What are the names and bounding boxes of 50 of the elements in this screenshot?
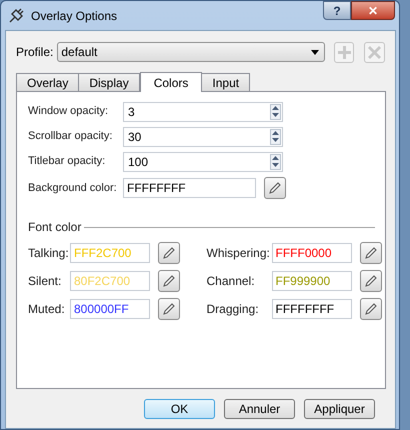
spin-arrows-icon[interactable]	[270, 128, 281, 144]
field-label: Silent:	[28, 273, 62, 290]
close-icon	[368, 46, 382, 58]
color-picker-button[interactable]	[264, 177, 286, 199]
profile-label: Profile:	[16, 44, 54, 61]
color-field[interactable]: FFFFFFFF	[272, 299, 352, 319]
caret-icon	[310, 50, 319, 54]
field-label: Window opacity:	[28, 104, 110, 120]
color-picker-button[interactable]	[158, 298, 180, 320]
field-label: Muted:	[28, 301, 66, 318]
field-label: Scrollbar opacity:	[28, 129, 114, 144]
spin-box[interactable]: 3	[123, 102, 283, 122]
spin-arrows-icon[interactable]	[270, 154, 281, 170]
field-label: Channel:	[206, 273, 256, 290]
color-picker-button[interactable]	[158, 270, 180, 292]
spin-box[interactable]: 30	[123, 126, 283, 146]
plus-icon	[338, 46, 350, 58]
color-picker-button[interactable]	[360, 242, 382, 264]
color-field[interactable]: FFFFFFFF	[123, 178, 256, 198]
spin-arrows-icon[interactable]	[270, 104, 281, 120]
color-picker-button[interactable]	[360, 270, 382, 292]
pencil-icon	[162, 274, 176, 288]
field-label: Titlebar opacity:	[28, 154, 106, 170]
tab[interactable]: Display	[78, 73, 140, 91]
pencil-icon	[162, 246, 176, 260]
help-button[interactable]: ?	[323, 1, 351, 20]
tab[interactable]: Overlay	[16, 73, 80, 91]
field-label: Whispering:	[206, 245, 271, 262]
color-field[interactable]: FFFF0000	[272, 243, 352, 263]
group-title: Font color	[28, 219, 82, 236]
dialog-button[interactable]: Annuler	[224, 399, 295, 419]
field-label: Talking:	[28, 245, 70, 262]
color-picker-button[interactable]	[360, 298, 382, 320]
plug-icon	[7, 7, 25, 25]
dialog-button[interactable]: Appliquer	[304, 399, 375, 419]
tab[interactable]: Input	[201, 73, 250, 91]
pencil-icon	[364, 274, 378, 288]
spin-box[interactable]: 100	[123, 152, 283, 172]
window-title: Overlay Options	[31, 8, 118, 25]
pencil-icon	[364, 246, 378, 260]
color-picker-button[interactable]	[158, 242, 180, 264]
color-field[interactable]: 800000FF	[70, 299, 150, 319]
dialog-button[interactable]: OK	[144, 399, 215, 419]
profile-dropdown[interactable]: default	[57, 42, 325, 62]
pencil-icon	[162, 302, 176, 316]
tab[interactable]: Colors	[140, 72, 202, 92]
pencil-icon	[364, 302, 378, 316]
field-label: Dragging:	[206, 301, 260, 318]
field-label: Background color:	[28, 180, 118, 196]
pencil-icon	[268, 181, 282, 195]
